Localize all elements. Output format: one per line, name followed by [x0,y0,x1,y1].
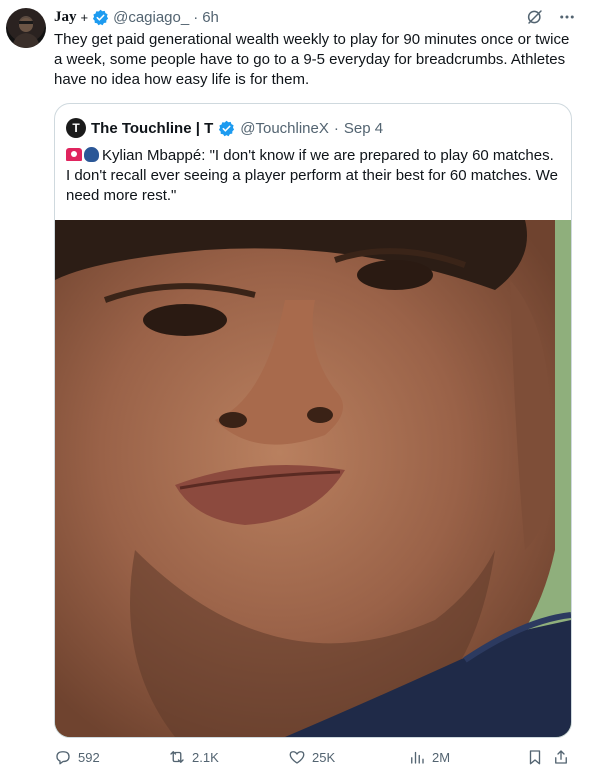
heart-icon [289,751,305,764]
siren-emoji-icon [66,148,82,161]
quote-photo[interactable] [55,220,571,737]
quote-verified-badge-icon [218,120,235,137]
repost-button[interactable]: 2.1K [168,748,219,766]
header-separator: · [193,8,199,26]
quote-header-separator: · [333,119,339,137]
tweet-actions-bar: 592 2.1K 25K 2M [54,748,570,770]
views-chart-icon [411,751,424,764]
author-handle[interactable]: @cagiago_ [113,9,189,26]
share-icon [555,750,567,764]
quoted-tweet[interactable]: T The Touchline | T @TouchlineX · Sep 4 … [54,103,572,738]
quote-header: T The Touchline | T @TouchlineX · Sep 4 [66,118,383,138]
tweet-text: They get paid generational wealth weekly… [54,31,570,88]
bookmark-button[interactable] [526,748,544,766]
like-button[interactable]: 25K [288,748,335,766]
quote-body: Kylian Mbappé: "I don't know if we are p… [66,146,562,206]
views-count: 2M [432,749,451,765]
author-name[interactable]: Jay [54,9,77,26]
more-options-icon[interactable] [558,8,576,31]
verified-badge-icon [92,9,109,26]
views-button[interactable]: 2M [408,748,450,766]
tweet-header: Jay + @cagiago_ · 6h [54,6,219,28]
reply-count: 592 [78,749,100,765]
quote-date[interactable]: Sep 4 [344,120,383,137]
author-avatar[interactable] [6,8,46,48]
quote-author-name[interactable]: The Touchline | T [91,120,213,137]
reply-button[interactable]: 592 [54,748,100,766]
repost-icon [170,751,184,763]
reply-icon [56,751,70,765]
repost-count: 2.1K [192,749,219,765]
quote-text: Kylian Mbappé: "I don't know if we are p… [66,147,558,204]
quote-author-handle[interactable]: @TouchlineX [240,120,329,137]
quote-avatar[interactable]: T [66,118,86,138]
author-plus: + [80,9,89,25]
share-button[interactable] [552,748,570,766]
speaking-head-emoji-icon [84,147,99,162]
like-count: 25K [312,749,336,765]
bookmark-icon [529,750,541,765]
tweet-top-actions [526,8,576,31]
tweet-body: They get paid generational wealth weekly… [54,30,579,90]
tweet-timestamp[interactable]: 6h [202,9,219,26]
grok-icon[interactable] [526,8,544,31]
